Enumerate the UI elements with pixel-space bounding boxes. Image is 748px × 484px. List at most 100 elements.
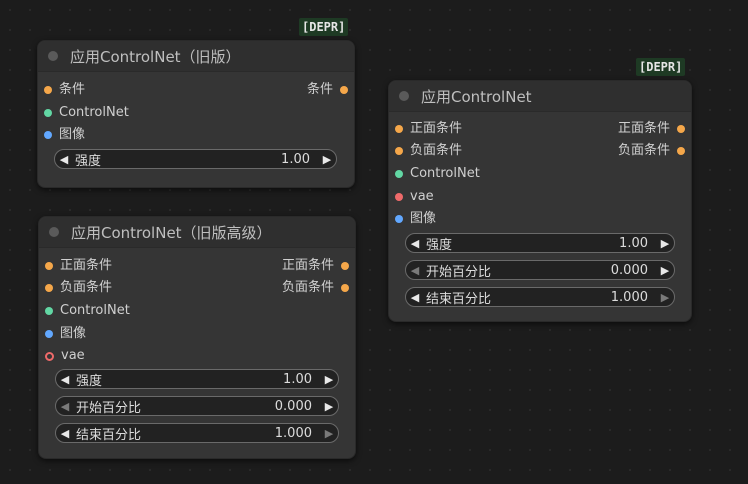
end-percent-widget[interactable]: ◀ 结束百分比 1.000 ▶: [405, 287, 675, 307]
widget-label: 结束百分比: [76, 427, 142, 443]
image-socket-icon[interactable]: [45, 330, 53, 338]
vae-socket-icon[interactable]: [395, 193, 403, 201]
widget-value[interactable]: 1.00: [281, 152, 318, 167]
slot-label: 条件: [59, 82, 86, 97]
input-slot-vae[interactable]: vae: [45, 347, 85, 365]
decrement-arrow-icon[interactable]: ◀: [56, 427, 74, 440]
conditioning-socket-icon[interactable]: [340, 86, 348, 94]
output-slot-positive[interactable]: 正面条件: [618, 120, 685, 138]
collapse-dot-icon[interactable]: [48, 51, 58, 61]
vae-optional-socket-icon[interactable]: [45, 351, 54, 361]
slot-label: 图像: [59, 127, 86, 142]
output-slot-positive[interactable]: 正面条件: [282, 257, 349, 275]
node-title: 应用ControlNet: [421, 87, 532, 106]
slot-label: 正面条件: [410, 121, 463, 136]
widget-label: 开始百分比: [76, 400, 142, 416]
input-slot-controlnet[interactable]: ControlNet: [395, 165, 480, 183]
input-slot-negative[interactable]: 负面条件: [395, 142, 462, 160]
node-title-bar[interactable]: 应用ControlNet: [389, 81, 691, 112]
increment-arrow-icon[interactable]: ▶: [318, 153, 336, 166]
slot-label: 正面条件: [617, 121, 670, 136]
increment-arrow-icon[interactable]: ▶: [320, 427, 338, 440]
conditioning-socket-icon[interactable]: [395, 125, 403, 133]
start-percent-widget[interactable]: ◀ 开始百分比 0.000 ▶: [55, 396, 339, 416]
image-socket-icon[interactable]: [44, 131, 52, 139]
node-title: 应用ControlNet（旧版）: [70, 47, 241, 66]
apply-controlnet-old-advanced-node[interactable]: 应用ControlNet（旧版高级） 正面条件 负面条件 ControlNet …: [38, 216, 356, 459]
slot-label: 条件: [306, 82, 333, 97]
input-slot-controlnet[interactable]: ControlNet: [45, 302, 130, 320]
input-slot-image[interactable]: 图像: [45, 325, 86, 343]
conditioning-socket-icon[interactable]: [677, 147, 685, 155]
widget-label: 结束百分比: [426, 291, 492, 307]
collapse-dot-icon[interactable]: [49, 227, 59, 237]
increment-arrow-icon[interactable]: ▶: [320, 400, 338, 413]
slot-label: 正面条件: [281, 258, 334, 273]
slot-label: 负面条件: [60, 280, 113, 295]
conditioning-socket-icon[interactable]: [45, 284, 53, 292]
input-slot-image[interactable]: 图像: [395, 210, 436, 228]
increment-arrow-icon[interactable]: ▶: [656, 237, 674, 250]
image-socket-icon[interactable]: [395, 215, 403, 223]
widget-value[interactable]: 0.000: [611, 263, 656, 278]
conditioning-socket-icon[interactable]: [677, 125, 685, 133]
conditioning-socket-icon[interactable]: [341, 262, 349, 270]
slot-label: 负面条件: [410, 143, 463, 158]
slot-label: 负面条件: [617, 143, 670, 158]
slot-label: ControlNet: [60, 303, 130, 318]
input-slot-controlnet[interactable]: ControlNet: [44, 104, 129, 122]
widget-label: 开始百分比: [426, 264, 492, 280]
input-slot-conditioning[interactable]: 条件: [44, 81, 85, 99]
slot-label: 图像: [60, 326, 87, 341]
strength-widget[interactable]: ◀ 强度 1.00 ▶: [54, 149, 337, 169]
slot-label: 负面条件: [281, 280, 334, 295]
conditioning-socket-icon[interactable]: [395, 147, 403, 155]
input-slot-vae[interactable]: vae: [395, 188, 434, 206]
deprecated-badge: [DEPR]: [299, 18, 349, 36]
input-slot-negative[interactable]: 负面条件: [45, 279, 112, 297]
conditioning-socket-icon[interactable]: [45, 262, 53, 270]
node-title-bar[interactable]: 应用ControlNet（旧版高级）: [39, 217, 355, 248]
widget-label: 强度: [76, 373, 103, 389]
input-slot-positive[interactable]: 正面条件: [395, 120, 462, 138]
node-title: 应用ControlNet（旧版高级）: [71, 223, 272, 242]
controlnet-socket-icon[interactable]: [395, 170, 403, 178]
conditioning-socket-icon[interactable]: [44, 86, 52, 94]
controlnet-socket-icon[interactable]: [45, 307, 53, 315]
widget-value[interactable]: 0.000: [275, 399, 320, 414]
slot-label: ControlNet: [410, 166, 480, 181]
decrement-arrow-icon[interactable]: ◀: [406, 291, 424, 304]
output-slot-negative[interactable]: 负面条件: [618, 142, 685, 160]
widget-value[interactable]: 1.000: [611, 290, 656, 305]
widget-value[interactable]: 1.00: [283, 372, 320, 387]
increment-arrow-icon[interactable]: ▶: [656, 291, 674, 304]
input-slot-image[interactable]: 图像: [44, 126, 85, 144]
decrement-arrow-icon[interactable]: ◀: [56, 373, 74, 386]
controlnet-socket-icon[interactable]: [44, 109, 52, 117]
collapse-dot-icon[interactable]: [399, 91, 409, 101]
widget-value[interactable]: 1.00: [619, 236, 656, 251]
apply-controlnet-node[interactable]: 应用ControlNet 正面条件 负面条件 ControlNet vae 图像…: [388, 80, 692, 322]
start-percent-widget[interactable]: ◀ 开始百分比 0.000 ▶: [405, 260, 675, 280]
decrement-arrow-icon[interactable]: ◀: [55, 153, 73, 166]
strength-widget[interactable]: ◀ 强度 1.00 ▶: [55, 369, 339, 389]
output-slot-negative[interactable]: 负面条件: [282, 279, 349, 297]
output-slot-conditioning[interactable]: 条件: [307, 81, 348, 99]
end-percent-widget[interactable]: ◀ 结束百分比 1.000 ▶: [55, 423, 339, 443]
increment-arrow-icon[interactable]: ▶: [656, 264, 674, 277]
slot-label: 图像: [410, 211, 437, 226]
input-slot-positive[interactable]: 正面条件: [45, 257, 112, 275]
decrement-arrow-icon[interactable]: ◀: [406, 264, 424, 277]
deprecated-badge: [DEPR]: [636, 58, 686, 76]
slot-label: vae: [61, 348, 85, 363]
node-title-bar[interactable]: 应用ControlNet（旧版）: [38, 41, 354, 72]
widget-label: 强度: [75, 153, 102, 169]
apply-controlnet-old-node[interactable]: 应用ControlNet（旧版） 条件 ControlNet 图像 条件 ◀ 强…: [37, 40, 355, 188]
conditioning-socket-icon[interactable]: [341, 284, 349, 292]
decrement-arrow-icon[interactable]: ◀: [56, 400, 74, 413]
widget-label: 强度: [426, 237, 453, 253]
widget-value[interactable]: 1.000: [275, 426, 320, 441]
decrement-arrow-icon[interactable]: ◀: [406, 237, 424, 250]
strength-widget[interactable]: ◀ 强度 1.00 ▶: [405, 233, 675, 253]
increment-arrow-icon[interactable]: ▶: [320, 373, 338, 386]
